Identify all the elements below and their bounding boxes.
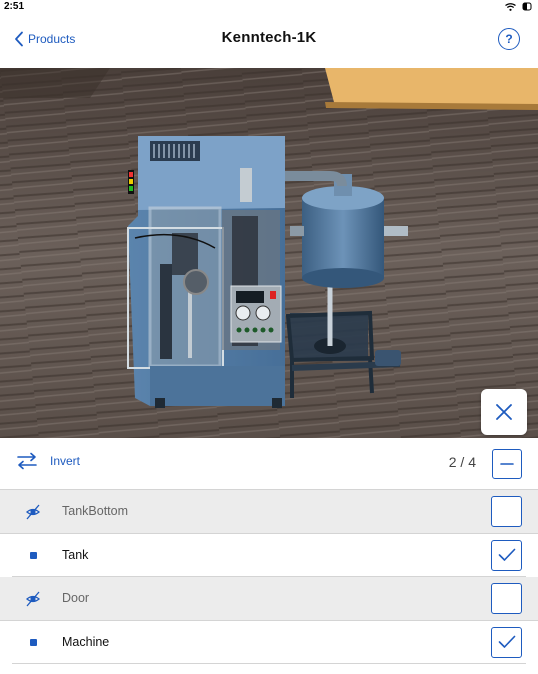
invert-button[interactable]: Invert xyxy=(16,452,80,470)
status-bar: 2:51 xyxy=(0,0,538,14)
hidden-eye-icon xyxy=(24,590,42,608)
minus-icon xyxy=(500,463,514,465)
checkmark-icon xyxy=(498,548,515,561)
list-item[interactable]: Tank xyxy=(12,534,526,577)
list-item[interactable]: TankBottom xyxy=(0,490,538,534)
visibility-checkbox[interactable] xyxy=(491,539,522,571)
ar-scene xyxy=(0,68,538,438)
visible-dot-icon xyxy=(24,547,42,565)
collapse-button[interactable] xyxy=(492,449,522,479)
ar-camera-view[interactable] xyxy=(0,68,538,438)
status-icons xyxy=(505,2,532,11)
part-label: Door xyxy=(62,591,90,605)
parts-toolbar: Invert 2 / 4 xyxy=(0,438,538,490)
visibility-checkbox[interactable] xyxy=(491,496,522,527)
battery-icon xyxy=(522,2,532,11)
status-time: 2:51 xyxy=(4,1,25,12)
parts-list: TankBottom Tank Door Machine xyxy=(0,490,538,664)
swap-arrows-icon xyxy=(17,452,37,470)
part-label: Machine xyxy=(62,634,110,649)
list-item[interactable]: Door xyxy=(0,577,538,621)
close-button[interactable] xyxy=(481,389,527,435)
checkmark-icon xyxy=(498,635,515,648)
visibility-checkbox[interactable] xyxy=(491,626,522,658)
visible-parts-counter: 2 / 4 xyxy=(448,454,476,470)
page-title: Kenntech-1K xyxy=(221,29,317,46)
part-label: TankBottom xyxy=(62,504,129,518)
close-icon xyxy=(496,404,512,420)
list-item[interactable]: Machine xyxy=(12,621,526,664)
wifi-icon xyxy=(505,2,516,11)
hidden-eye-icon xyxy=(24,503,42,521)
part-label: Tank xyxy=(62,547,89,562)
navigation-bar: Products Kenntech-1K ? xyxy=(0,14,538,68)
invert-label: Invert xyxy=(50,454,81,468)
visible-dot-icon xyxy=(24,634,42,652)
help-button[interactable]: ? xyxy=(498,28,520,50)
visibility-checkbox[interactable] xyxy=(491,583,522,614)
